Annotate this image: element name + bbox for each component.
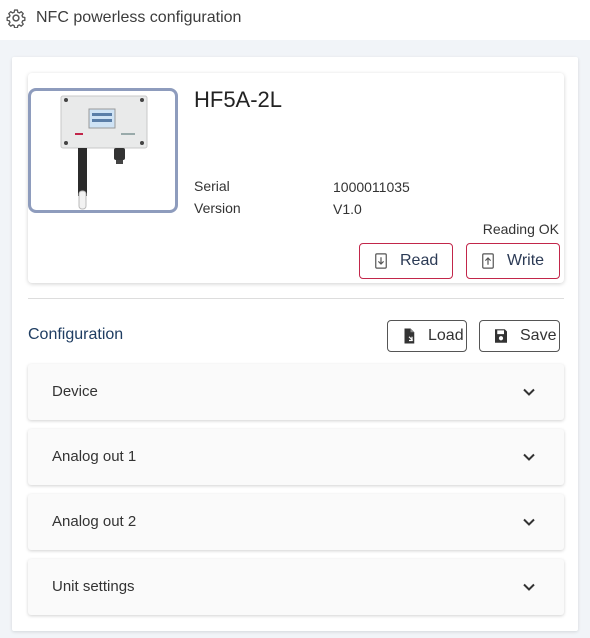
write-button[interactable]: Write (466, 243, 560, 279)
divider (28, 298, 564, 299)
panel-label: Unit settings (52, 578, 135, 595)
save-icon (495, 329, 507, 343)
chevron-down-icon (523, 583, 535, 591)
status-text: Reading OK (482, 221, 559, 237)
panel-analog-out-2[interactable]: Analog out 2 (28, 494, 564, 550)
file-load-icon (404, 328, 415, 344)
configuration-title: Configuration (28, 326, 124, 343)
load-button[interactable]: Load (387, 320, 467, 352)
panel-label: Analog out 1 (52, 448, 137, 465)
chevron-down-icon (523, 453, 535, 461)
serial-label: Serial (194, 178, 230, 194)
panel-label: Device (52, 383, 98, 400)
serial-value: 1000011035 (333, 179, 410, 195)
nfc-write-icon (482, 253, 494, 269)
panel-unit-settings[interactable]: Unit settings (28, 559, 564, 615)
page-title: NFC powerless configuration (36, 9, 242, 26)
app-header: NFC powerless configuration (0, 0, 590, 40)
product-name: HF5A-2L (194, 87, 283, 112)
write-button-label: Write (507, 252, 545, 269)
nfc-read-icon (375, 253, 387, 269)
main-card: HF5A-2L Serial 1000011035 Version V1.0 R… (12, 57, 578, 631)
read-button-label: Read (400, 252, 439, 269)
device-info-card: HF5A-2L Serial 1000011035 Version V1.0 R… (28, 73, 564, 283)
chevron-down-icon (523, 388, 535, 396)
product-image (28, 88, 178, 213)
panel-device[interactable]: Device (28, 364, 564, 420)
save-button-label: Save (520, 327, 557, 344)
panel-label: Analog out 2 (52, 513, 137, 530)
save-button[interactable]: Save (479, 320, 560, 352)
version-label: Version (194, 200, 241, 216)
load-button-label: Load (428, 327, 464, 344)
version-value: V1.0 (333, 201, 362, 217)
gear-icon[interactable] (6, 8, 26, 28)
read-button[interactable]: Read (359, 243, 453, 279)
chevron-down-icon (523, 518, 535, 526)
panel-analog-out-1[interactable]: Analog out 1 (28, 429, 564, 485)
